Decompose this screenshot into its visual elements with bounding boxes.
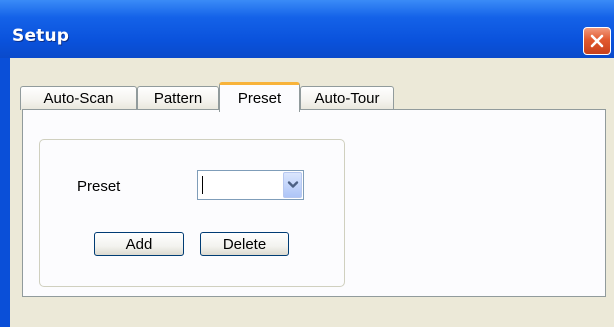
close-button[interactable] (583, 27, 611, 55)
tab-label: Pattern (153, 90, 203, 107)
window-title: Setup (12, 26, 70, 46)
setup-window: Setup Auto-Scan Pattern Preset Auto-Tour… (0, 0, 614, 327)
delete-button-label: Delete (222, 235, 267, 253)
preset-group: Preset Add Delete (39, 139, 345, 287)
tab-label: Auto-Scan (43, 90, 114, 107)
tab-preset[interactable]: Preset (219, 82, 300, 112)
close-icon (590, 34, 604, 48)
preset-tab-panel: Preset Add Delete (22, 109, 606, 297)
tab-auto-tour[interactable]: Auto-Tour (300, 86, 394, 110)
tab-label: Preset (237, 90, 282, 107)
preset-combo[interactable] (197, 170, 304, 200)
preset-combo-dropdown-button[interactable] (283, 172, 302, 198)
delete-button[interactable]: Delete (200, 232, 289, 256)
text-caret (202, 176, 203, 194)
add-button[interactable]: Add (94, 232, 184, 256)
preset-label: Preset (77, 178, 121, 195)
title-bar[interactable]: Setup (0, 0, 614, 58)
add-button-label: Add (125, 235, 153, 253)
tab-label: Auto-Tour (314, 90, 380, 107)
tab-auto-scan[interactable]: Auto-Scan (20, 86, 137, 110)
chevron-down-icon (287, 181, 298, 188)
tab-pattern[interactable]: Pattern (137, 86, 219, 110)
